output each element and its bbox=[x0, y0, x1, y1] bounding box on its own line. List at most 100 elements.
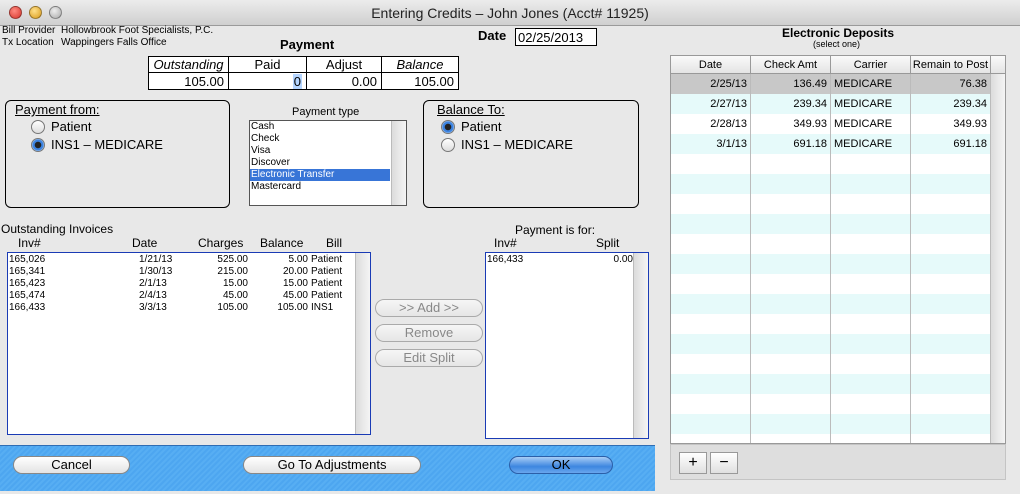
balance-header: Balance bbox=[381, 56, 459, 73]
deposit-carrier-cell bbox=[831, 174, 911, 194]
deposit-row[interactable]: 3/1/13 691.18 MEDICARE 691.18 bbox=[671, 134, 991, 154]
deposit-date-cell: 2/28/13 bbox=[671, 114, 751, 134]
deposit-remain-cell bbox=[911, 334, 991, 354]
bill-col-header: Bill bbox=[326, 236, 343, 250]
payment-type-option[interactable]: Visa bbox=[250, 145, 406, 157]
deposit-check-amt-cell bbox=[751, 354, 831, 374]
deposit-empty-row[interactable] bbox=[671, 254, 991, 274]
deposit-empty-row[interactable] bbox=[671, 274, 991, 294]
payment-type-scrollbar[interactable] bbox=[391, 121, 406, 205]
tx-location-value: Wappingers Falls Office bbox=[61, 37, 167, 48]
deposit-date-cell bbox=[671, 374, 751, 394]
deposit-carrier-cell bbox=[831, 434, 911, 443]
deposit-empty-row[interactable] bbox=[671, 354, 991, 374]
radio-icon bbox=[31, 119, 45, 134]
deposit-date-cell bbox=[671, 214, 751, 234]
deposit-empty-row[interactable] bbox=[671, 434, 991, 443]
deposit-empty-row[interactable] bbox=[671, 334, 991, 354]
electronic-deposits-title: Electronic Deposits bbox=[782, 26, 895, 40]
deposit-remain-cell bbox=[911, 374, 991, 394]
date-field[interactable] bbox=[515, 28, 597, 46]
payment-from-group: Payment from: Patient INS1 – MEDICARE bbox=[5, 100, 230, 208]
split-row[interactable]: 166,433 0.00 bbox=[486, 254, 634, 266]
deposit-remain-cell: 239.34 bbox=[911, 94, 991, 114]
payment-type-option[interactable]: Cash bbox=[250, 121, 406, 133]
payment-type-option[interactable]: Check bbox=[250, 133, 406, 145]
cancel-button[interactable]: Cancel bbox=[13, 456, 130, 474]
invoice-row[interactable]: 165,026 1/21/13 525.00 5.00 Patient bbox=[8, 254, 353, 266]
deposit-carrier-cell bbox=[831, 394, 911, 414]
tx-location-label: Tx Location bbox=[2, 37, 54, 48]
deposit-carrier-cell bbox=[831, 414, 911, 434]
deposit-empty-row[interactable] bbox=[671, 374, 991, 394]
zoom-window-button[interactable] bbox=[49, 6, 62, 19]
deposit-empty-row[interactable] bbox=[671, 314, 991, 334]
outstanding-invoices-list[interactable]: 165,026 1/21/13 525.00 5.00 Patient 165,… bbox=[7, 252, 371, 435]
deposit-carrier-cell bbox=[831, 234, 911, 254]
balance-to-title: Balance To: bbox=[437, 102, 505, 117]
deposit-carrier-cell bbox=[831, 314, 911, 334]
adjust-header: Adjust bbox=[306, 56, 382, 73]
paid-field[interactable]: 0 bbox=[228, 72, 307, 90]
ok-button[interactable]: OK bbox=[509, 456, 613, 474]
invoice-row[interactable]: 166,433 3/3/13 105.00 105.00 INS1 bbox=[8, 302, 353, 314]
remove-invoice-button[interactable]: Remove bbox=[375, 324, 483, 342]
split-amount: 0.00 bbox=[613, 254, 633, 265]
deposit-row[interactable]: 2/28/13 349.93 MEDICARE 349.93 bbox=[671, 114, 991, 134]
deposit-carrier-cell: MEDICARE bbox=[831, 134, 911, 154]
window-title: Entering Credits – John Jones (Acct# 119… bbox=[371, 5, 649, 21]
edit-split-button[interactable]: Edit Split bbox=[375, 349, 483, 367]
deposit-carrier-header: Carrier bbox=[831, 56, 911, 74]
add-invoice-button[interactable]: >> Add >> bbox=[375, 299, 483, 317]
deposit-empty-row[interactable] bbox=[671, 174, 991, 194]
invoice-row[interactable]: 165,341 1/30/13 215.00 20.00 Patient bbox=[8, 266, 353, 278]
payment-from-title: Payment from: bbox=[15, 102, 100, 117]
go-to-adjustments-button[interactable]: Go To Adjustments bbox=[243, 456, 421, 474]
pif-inv-header: Inv# bbox=[494, 236, 517, 250]
payment-type-option[interactable]: Discover bbox=[250, 157, 406, 169]
add-deposit-button[interactable]: + bbox=[679, 452, 707, 474]
payment-is-for-list[interactable]: 166,433 0.00 bbox=[485, 252, 649, 439]
payment-type-list[interactable]: Cash Check Visa Discover Electronic Tran… bbox=[249, 120, 407, 206]
deposit-empty-row[interactable] bbox=[671, 394, 991, 414]
deposit-check-amt-cell bbox=[751, 194, 831, 214]
payment-type-title: Payment type bbox=[292, 106, 360, 118]
deposit-empty-row[interactable] bbox=[671, 214, 991, 234]
invoice-row[interactable]: 165,474 2/4/13 45.00 45.00 Patient bbox=[8, 290, 353, 302]
close-window-button[interactable] bbox=[9, 6, 22, 19]
invoices-scrollbar[interactable] bbox=[355, 253, 370, 434]
deposit-empty-row[interactable] bbox=[671, 194, 991, 214]
deposit-empty-row[interactable] bbox=[671, 294, 991, 314]
deposit-check-amt-cell bbox=[751, 154, 831, 174]
split-scrollbar[interactable] bbox=[633, 253, 648, 438]
remove-deposit-button[interactable]: − bbox=[710, 452, 738, 474]
minimize-window-button[interactable] bbox=[29, 6, 42, 19]
deposit-carrier-cell: MEDICARE bbox=[831, 74, 911, 94]
payment-from-ins1-radio[interactable]: INS1 – MEDICARE bbox=[31, 137, 163, 152]
paid-value[interactable]: 0 bbox=[292, 73, 302, 89]
deposit-row[interactable]: 2/27/13 239.34 MEDICARE 239.34 bbox=[671, 94, 991, 114]
deposit-row[interactable]: 2/25/13 136.49 MEDICARE 76.38 bbox=[671, 74, 991, 94]
deposit-empty-row[interactable] bbox=[671, 234, 991, 254]
balance-to-patient-radio[interactable]: Patient bbox=[441, 119, 501, 134]
payment-type-option-selected[interactable]: Electronic Transfer bbox=[250, 169, 390, 181]
deposits-scrollbar[interactable] bbox=[990, 74, 1005, 443]
balance-to-ins1-radio[interactable]: INS1 – MEDICARE bbox=[441, 137, 573, 152]
deposit-remain-header: Remain to Post bbox=[911, 56, 991, 74]
bottom-action-bar: Cancel Go To Adjustments OK bbox=[0, 445, 655, 491]
bill-provider-value: Hollowbrook Foot Specialists, P.C. bbox=[61, 25, 214, 36]
deposit-empty-row[interactable] bbox=[671, 154, 991, 174]
invoice-row[interactable]: 165,423 2/1/13 15.00 15.00 Patient bbox=[8, 278, 353, 290]
payment-summary-table: Outstanding Paid Adjust Balance 105.00 0… bbox=[148, 56, 459, 90]
deposit-check-amt-cell: 136.49 bbox=[751, 74, 831, 94]
payment-type-option[interactable]: Mastercard bbox=[250, 181, 406, 193]
charges-col-header: Charges bbox=[198, 236, 244, 250]
electronic-deposits-grid[interactable]: Date Check Amt Carrier Remain to Post 2/… bbox=[670, 55, 1006, 444]
paid-header: Paid bbox=[228, 56, 307, 73]
deposit-check-amt-cell bbox=[751, 374, 831, 394]
invoice-bill: Patient bbox=[311, 278, 343, 289]
deposit-empty-row[interactable] bbox=[671, 414, 991, 434]
payment-is-for-title: Payment is for: bbox=[515, 223, 596, 237]
deposit-remain-cell bbox=[911, 214, 991, 234]
payment-from-patient-radio[interactable]: Patient bbox=[31, 119, 91, 134]
